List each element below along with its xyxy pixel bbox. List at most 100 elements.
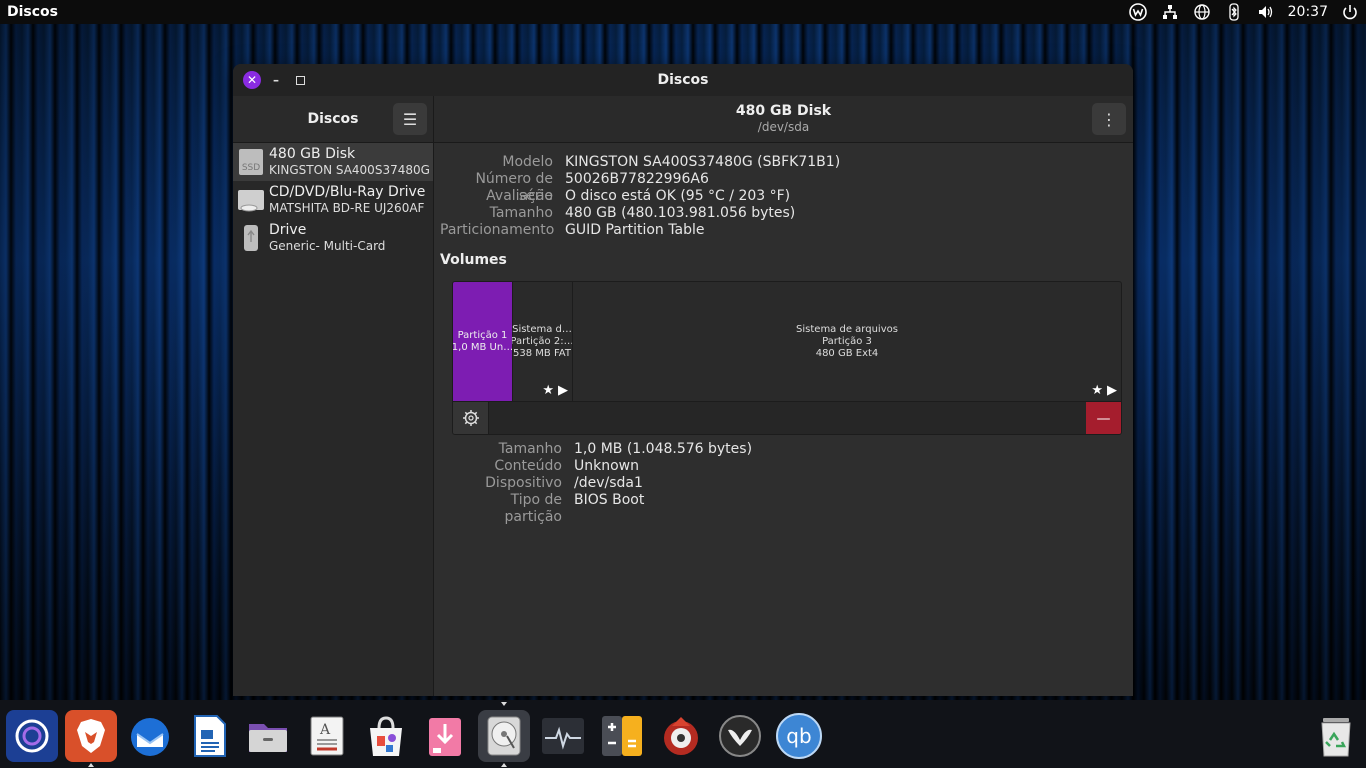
brave-browser-icon[interactable] xyxy=(65,710,117,767)
play-icon: ▶ xyxy=(558,383,568,398)
software-center-icon[interactable] xyxy=(360,710,412,762)
bluetooth-icon[interactable] xyxy=(1218,0,1250,24)
hamburger-menu-icon: ☰ xyxy=(402,109,418,129)
volume-info: Partição 3 xyxy=(822,335,872,347)
disk-device-path: /dev/sda xyxy=(757,120,810,134)
volume-label: Partição 1 xyxy=(457,329,508,341)
property-row: Modelo KINGSTON SA400S37480G (SBFK71B1) xyxy=(440,154,840,171)
running-indicator xyxy=(501,702,507,706)
volume-label: Sistema de arquivos xyxy=(796,323,898,335)
running-indicator xyxy=(88,763,94,767)
property-row: Tamanho 1,0 MB (1.048.576 bytes) xyxy=(452,441,752,458)
property-label: Tamanho xyxy=(498,441,562,457)
property-row: Tipo de partição BIOS Boot xyxy=(452,492,752,525)
document-viewer-icon[interactable]: A xyxy=(301,710,353,762)
maximize-icon xyxy=(295,75,305,85)
volume-partition-1[interactable]: Partição 1 1,0 MB Un… xyxy=(453,282,513,401)
ubuntu-show-apps-icon[interactable] xyxy=(6,710,58,762)
power-icon[interactable] xyxy=(1334,0,1366,24)
property-label: Tamanho xyxy=(489,205,553,221)
property-value: /dev/sda1 xyxy=(574,475,643,491)
property-label: Avaliação xyxy=(486,188,553,204)
property-label: Número de série xyxy=(475,171,553,204)
svg-text:qb: qb xyxy=(786,724,811,748)
svg-text:SSD: SSD xyxy=(242,163,260,173)
globe-icon[interactable] xyxy=(1186,0,1218,24)
disks-icon[interactable] xyxy=(478,702,530,767)
partition-settings-button[interactable] xyxy=(453,402,489,434)
disk-properties: Modelo KINGSTON SA400S37480G (SBFK71B1) … xyxy=(440,154,840,239)
disk-item-optical[interactable]: CD/DVD/Blu-Ray Drive MATSHITA BD-RE UJ26… xyxy=(233,181,433,219)
files-icon[interactable] xyxy=(242,710,294,762)
property-value: Unknown xyxy=(574,458,639,474)
sidebar-header: Discos ☰ xyxy=(233,96,433,143)
window-titlebar[interactable]: ✕ – Discos xyxy=(233,64,1133,96)
volume-icon[interactable] xyxy=(1250,0,1282,24)
disk-model: KINGSTON SA400S37480G xyxy=(269,163,430,177)
close-button[interactable]: ✕ xyxy=(243,71,261,89)
w-circle-icon[interactable] xyxy=(1122,0,1154,24)
package-installer-icon[interactable] xyxy=(419,710,471,762)
minimize-button[interactable]: – xyxy=(267,71,285,89)
volume-partition-3[interactable]: Sistema de arquivos Partição 3 480 GB Ex… xyxy=(573,282,1121,401)
delete-partition-button[interactable]: — xyxy=(1086,402,1121,434)
clock[interactable]: 20:37 xyxy=(1282,4,1334,20)
star-icon: ★ xyxy=(1091,383,1103,398)
svg-text:A: A xyxy=(319,722,331,738)
disk-item-card-reader[interactable]: Drive Generic- Multi-Card xyxy=(233,219,433,257)
system-tray: 20:37 xyxy=(1122,0,1366,24)
system-monitor-icon[interactable] xyxy=(537,710,589,762)
disk-item-480gb[interactable]: SSD 480 GB Disk KINGSTON SA400S37480G xyxy=(233,143,433,181)
vertical-dots-icon: ⋮ xyxy=(1101,109,1117,129)
active-app-name[interactable]: Discos xyxy=(7,4,58,20)
maximize-button[interactable] xyxy=(291,71,309,89)
play-icon: ▶ xyxy=(1107,383,1117,398)
disk-header: 480 GB Disk /dev/sda ⋮ xyxy=(434,96,1133,143)
ssd-icon: SSD xyxy=(237,148,265,176)
property-label: Conteúdo xyxy=(494,458,562,474)
property-row: Particionamento GUID Partition Table xyxy=(440,222,840,239)
volume-partition-2[interactable]: Sistema d… Partição 2:… 538 MB FAT ★ ▶ xyxy=(512,282,573,401)
top-bar: Discos 20:37 xyxy=(0,0,1366,24)
property-value: O disco está OK (95 °C / 203 °F) xyxy=(565,188,791,204)
disk-name: CD/DVD/Blu-Ray Drive xyxy=(269,184,426,200)
running-indicator xyxy=(501,763,507,767)
minus-icon: — xyxy=(1096,410,1111,427)
disk-menu-button[interactable]: ⋮ xyxy=(1092,103,1126,135)
volume-size: 480 GB Ext4 xyxy=(815,347,879,359)
property-value: BIOS Boot xyxy=(574,492,645,508)
libreoffice-writer-icon[interactable] xyxy=(183,710,235,762)
optical-drive-icon xyxy=(237,186,265,214)
disk-model: Generic- Multi-Card xyxy=(269,239,386,253)
property-row: Avaliação O disco está OK (95 °C / 203 °… xyxy=(440,188,840,205)
property-label: Modelo xyxy=(502,154,553,170)
app-icon[interactable] xyxy=(714,710,766,762)
network-wired-icon[interactable] xyxy=(1154,0,1186,24)
window-title: Discos xyxy=(657,72,709,88)
volumes-heading: Volumes xyxy=(440,252,507,268)
property-value: KINGSTON SA400S37480G (SBFK71B1) xyxy=(565,154,841,170)
volume-info: Partição 2:… xyxy=(512,335,573,347)
star-icon: ★ xyxy=(542,383,554,398)
transmission-icon[interactable] xyxy=(655,710,707,762)
property-value: 1,0 MB (1.048.576 bytes) xyxy=(574,441,753,457)
main-menu-button[interactable]: ☰ xyxy=(393,103,427,135)
disk-title: 480 GB Disk xyxy=(735,103,832,119)
property-label: Dispositivo xyxy=(485,475,562,491)
property-label: Particionamento xyxy=(440,222,555,238)
property-label: Tipo de partição xyxy=(504,492,562,525)
gear-icon xyxy=(462,410,479,426)
qbittorrent-icon[interactable]: qb xyxy=(773,710,825,762)
thunderbird-icon[interactable] xyxy=(124,710,176,762)
volume-info: 1,0 MB Un… xyxy=(453,341,513,353)
disk-name: 480 GB Disk xyxy=(269,146,356,162)
sidebar-title: Discos xyxy=(307,111,359,127)
calculator-icon[interactable] xyxy=(596,710,648,762)
disk-list-sidebar: Discos ☰ SSD 480 GB Disk KINGSTON SA400S… xyxy=(233,96,434,696)
trash-icon[interactable] xyxy=(1310,710,1362,762)
dock: A qb xyxy=(0,700,1366,768)
property-row: Conteúdo Unknown xyxy=(452,458,752,475)
disk-details-pane: 480 GB Disk /dev/sda ⋮ Modelo KINGSTON S… xyxy=(434,96,1133,696)
property-value: 50026B77822996A6 xyxy=(565,171,709,187)
volume-properties: Tamanho 1,0 MB (1.048.576 bytes) Conteúd… xyxy=(452,441,752,525)
